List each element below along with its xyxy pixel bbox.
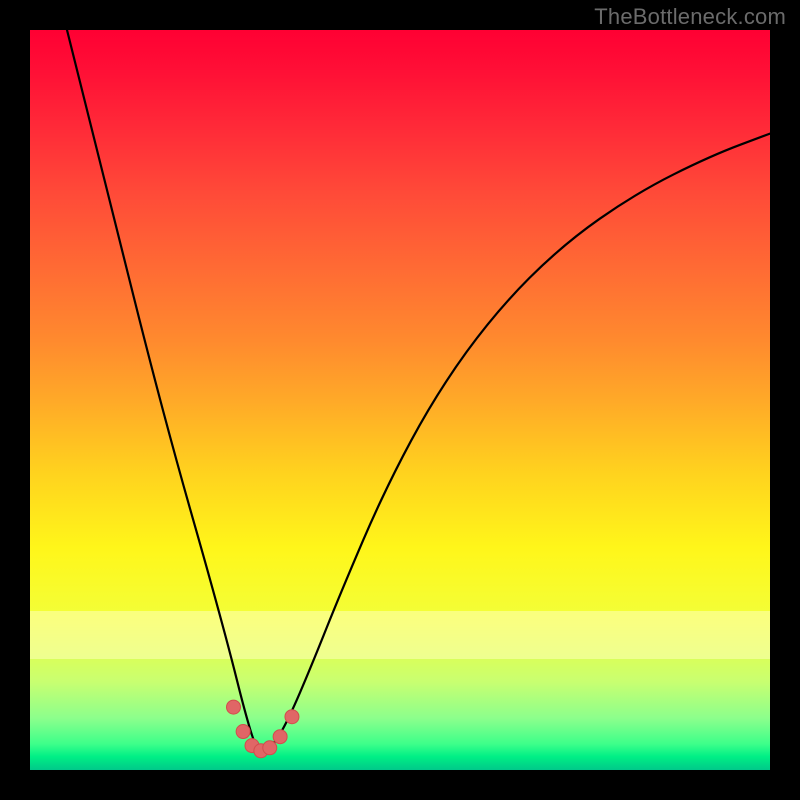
curve-marker <box>263 741 277 755</box>
curve-marker <box>285 710 299 724</box>
chart-container: TheBottleneck.com <box>0 0 800 800</box>
watermark-text: TheBottleneck.com <box>594 4 786 30</box>
curve-marker <box>227 700 241 714</box>
curve-marker <box>236 725 250 739</box>
plot-area <box>30 30 770 770</box>
marker-group <box>227 700 299 758</box>
curve-layer <box>30 30 770 770</box>
curve-marker <box>273 730 287 744</box>
bottleneck-curve <box>67 30 770 750</box>
